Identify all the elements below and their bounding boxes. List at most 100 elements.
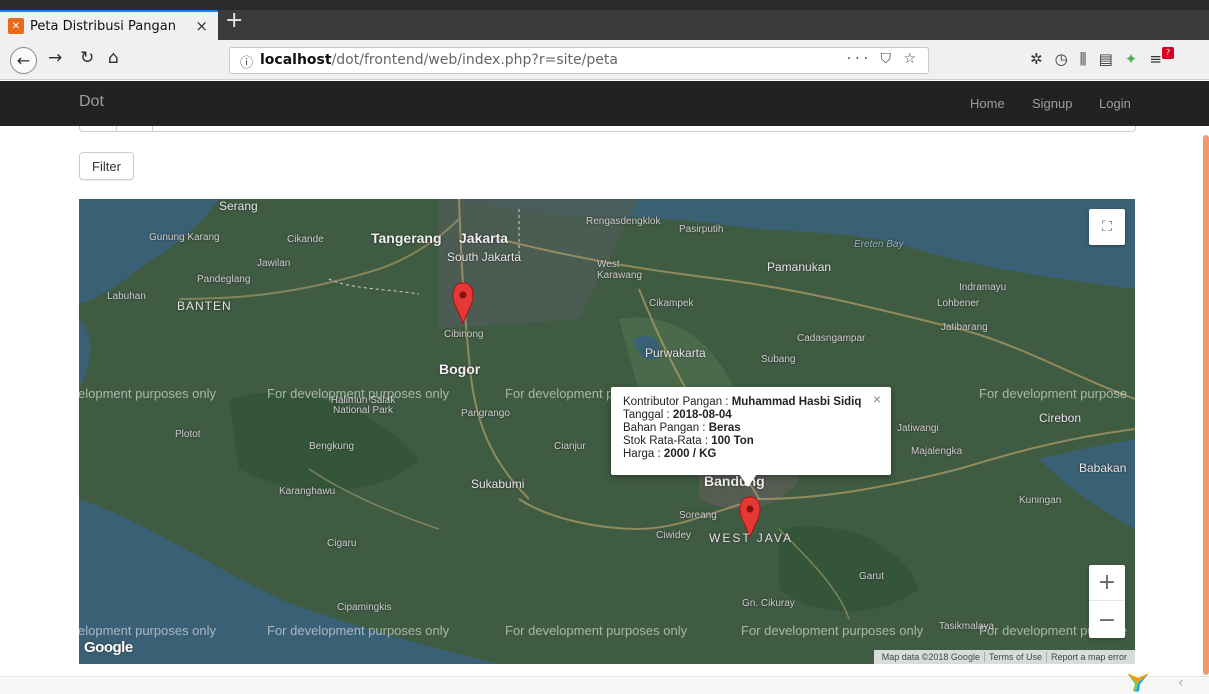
back-arrow-icon: ←: [16, 51, 31, 70]
debug-toolbar: [0, 676, 1209, 694]
map-label: Indramayu: [959, 282, 1007, 293]
addon-icon[interactable]: ✦: [1125, 50, 1150, 68]
map-label: Gunung Karang: [149, 232, 220, 243]
addon-badge: ?: [1162, 47, 1174, 59]
map-label: Subang: [761, 354, 796, 365]
info-line-food-item: Bahan Pangan : Beras: [623, 422, 741, 434]
new-tab-button[interactable]: +: [225, 8, 243, 33]
zoom-control: + −: [1089, 565, 1125, 638]
url-path: /dot/frontend/web/index.php?r=site/peta: [331, 52, 618, 68]
google-map[interactable]: Serang Gunung Karang Cikande Tangerang J…: [79, 199, 1135, 664]
filter-button[interactable]: Filter: [79, 152, 134, 180]
map-label: Pasirputih: [679, 224, 724, 235]
browser-tab-bar: ✕ Peta Distribusi Pangan × +: [0, 0, 1209, 40]
map-label: Cibinong: [444, 329, 484, 340]
search-input-group[interactable]: [79, 126, 1136, 132]
map-label: WEST JAVA: [709, 531, 794, 545]
nav-login[interactable]: Login: [1099, 96, 1131, 111]
tab-close-button[interactable]: ×: [195, 17, 208, 35]
map-label: Jakarta: [459, 230, 509, 246]
map-label: Cianjur: [554, 441, 586, 452]
site-brand[interactable]: Dot: [79, 93, 104, 111]
dev-watermark: For development purposes only: [505, 623, 688, 638]
map-label: Kuningan: [1019, 495, 1062, 506]
history-icon[interactable]: ◷: [1055, 50, 1080, 68]
fullscreen-icon: ⛶: [1102, 219, 1112, 235]
info-window-close-button[interactable]: ×: [873, 392, 881, 406]
map-label: Cirebon: [1039, 411, 1082, 425]
zoom-out-button[interactable]: −: [1089, 602, 1125, 638]
map-label: Pamanukan: [767, 260, 832, 274]
map-label: West Karawang: [597, 259, 643, 281]
reload-icon[interactable]: ↻: [80, 48, 94, 68]
map-label: BANTEN: [177, 299, 232, 313]
dev-watermark: elopment purposes only: [79, 386, 217, 401]
page-scrollbar[interactable]: [1203, 135, 1209, 675]
map-label: Cigaru: [327, 538, 357, 549]
yii-logo-icon[interactable]: [1125, 671, 1151, 693]
map-label: Tangerang: [371, 230, 442, 246]
map-label: Babakan: [1079, 461, 1127, 475]
map-label: Gn. Cikuray: [742, 598, 795, 609]
map-label: Plotot: [175, 429, 201, 440]
map-label: Lohbener: [937, 298, 980, 309]
nav-home[interactable]: Home: [970, 96, 1005, 111]
dev-watermark: For development purposes only: [741, 623, 924, 638]
map-label: Serang: [219, 199, 258, 213]
map-label: Jawilan: [257, 258, 291, 269]
tabstrip-top: [0, 0, 1209, 10]
dev-watermark: For development purposes only: [267, 623, 450, 638]
terms-of-use-link[interactable]: Terms of Use: [985, 652, 1047, 662]
dev-watermark: For development purposes only: [267, 386, 450, 401]
map-label: Cikande: [287, 234, 324, 245]
map-label: Jatibarang: [941, 322, 988, 333]
map-label: Purwakarta: [645, 346, 706, 360]
dev-watermark: elopment purposes only: [79, 623, 217, 638]
zoom-in-button[interactable]: +: [1089, 565, 1125, 601]
map-data-attribution: Map data ©2018 Google: [878, 652, 985, 662]
home-icon[interactable]: ⌂: [108, 48, 119, 68]
toolbar-icons: ✲◷⫼▤✦≡: [1030, 50, 1174, 68]
favicon-icon: ✕: [8, 18, 24, 34]
info-line-date: Tanggal : 2018-08-04: [623, 409, 732, 421]
map-footer: Map data ©2018 Google Terms of Use Repor…: [873, 650, 1135, 664]
map-label: Labuhan: [107, 291, 146, 302]
map-label: Jatiwangi: [897, 423, 939, 434]
sidebar-icon[interactable]: ▤: [1099, 50, 1125, 68]
map-label: Ereten Bay: [854, 239, 904, 250]
google-logo[interactable]: Google: [84, 639, 133, 656]
map-label: Cipamingkis: [337, 602, 392, 613]
map-label: Cikampek: [649, 298, 694, 309]
forward-button[interactable]: →: [48, 48, 62, 68]
map-label: Sukabumi: [471, 477, 525, 491]
tab-title: Peta Distribusi Pangan: [30, 18, 176, 34]
chevron-left-icon[interactable]: ‹: [1178, 675, 1184, 691]
map-label: Rengasdengklok: [586, 216, 661, 227]
map-label: Ciwidey: [656, 530, 692, 541]
info-window-tail: [739, 474, 757, 487]
browser-tab-active[interactable]: ✕ Peta Distribusi Pangan ×: [0, 10, 218, 40]
site-navbar: Dot Home Signup Login: [0, 81, 1209, 126]
map-label: Majalengka: [911, 446, 963, 457]
back-button[interactable]: ←: [10, 47, 37, 74]
info-icon[interactable]: ⓘ: [240, 52, 253, 71]
map-label: Cadasngampar: [797, 333, 866, 344]
info-line-contributor: Kontributor Pangan : Muhammad Hasbi Sidi…: [623, 396, 862, 408]
map-label: Garut: [859, 571, 885, 582]
library-icon[interactable]: ⫼: [1080, 50, 1099, 68]
map-label: Soreang: [679, 510, 717, 521]
info-line-stock: Stok Rata-Rata : 100 Ton: [623, 435, 754, 447]
nav-signup[interactable]: Signup: [1032, 96, 1072, 111]
map-label: Bogor: [439, 361, 481, 377]
url-text[interactable]: localhost/dot/frontend/web/index.php?r=s…: [260, 52, 618, 68]
info-line-price: Harga : 2000 / KG: [623, 448, 717, 460]
map-label: South Jakarta: [447, 250, 522, 264]
extension-icon[interactable]: ✲: [1030, 50, 1055, 68]
fullscreen-button[interactable]: ⛶: [1089, 209, 1125, 245]
report-map-error-link[interactable]: Report a map error: [1047, 652, 1131, 662]
url-actions[interactable]: ··· ⛉ ☆: [847, 51, 920, 67]
url-bar[interactable]: ⓘ localhost/dot/frontend/web/index.php?r…: [229, 47, 929, 74]
map-label: Pandeglang: [197, 274, 251, 285]
url-host: localhost: [260, 52, 332, 68]
dev-watermark: For development purpose: [979, 386, 1128, 401]
